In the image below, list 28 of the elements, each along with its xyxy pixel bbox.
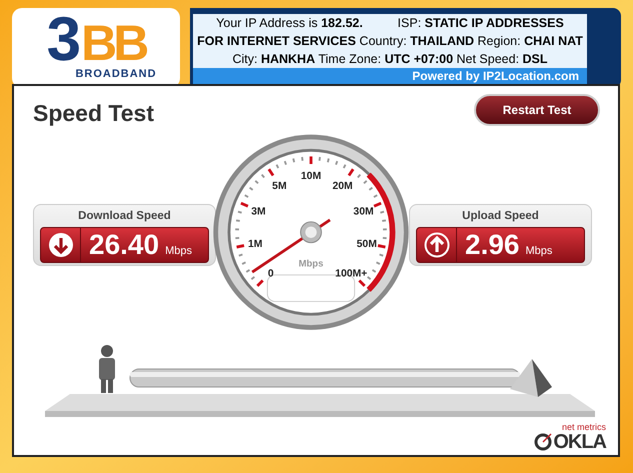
logo-tagline: BROADBAND xyxy=(74,66,157,82)
page-title: Speed Test xyxy=(33,99,154,128)
ip-info-line: City: HANKHA Time Zone: UTC +07:00 Net Speed: DSL xyxy=(232,51,548,68)
gauge-scale-label: 5M xyxy=(272,180,287,192)
speed-unit: Mbps xyxy=(165,244,192,258)
logo-number: 3 xyxy=(46,14,82,66)
gauge-scale-label: 10M xyxy=(300,171,322,182)
gauge-scale-label: 3M xyxy=(251,206,266,218)
gauge-logo-icon xyxy=(534,433,552,451)
speed-label: Download Speed xyxy=(78,208,171,224)
gauge-scale-label: 1M xyxy=(248,239,262,250)
gauge-scale-label: 50M xyxy=(356,239,377,250)
logo-letters: BB xyxy=(81,20,146,66)
gauge-scale-label: 100M+ xyxy=(335,268,368,280)
gauge-scale-label: 20M xyxy=(332,180,353,192)
ip-info-line: FOR INTERNET SERVICES Country: THAILAND Region: CHAI NAT xyxy=(197,33,583,50)
ip-info-credit: Powered by IP2Location.com xyxy=(193,68,587,84)
brand-tagline: net metrics xyxy=(562,423,606,432)
speed-label: Upload Speed xyxy=(462,208,539,224)
gauge-scale-label: 30M xyxy=(353,206,374,218)
restart-button[interactable]: Restart Test xyxy=(474,94,600,126)
gauge-unit: Mbps xyxy=(298,258,324,270)
speed-unit: Mbps xyxy=(526,244,552,258)
ip-info-line: Your IP Address is 182.52. ISP: STATIC IP ADDRESSES xyxy=(216,15,564,32)
speed-value: 26.40 xyxy=(89,230,160,258)
brand-name: OKLA xyxy=(553,432,606,452)
gauge-scale-label: 0 xyxy=(268,268,274,280)
speed-value: 2.96 xyxy=(465,230,520,258)
